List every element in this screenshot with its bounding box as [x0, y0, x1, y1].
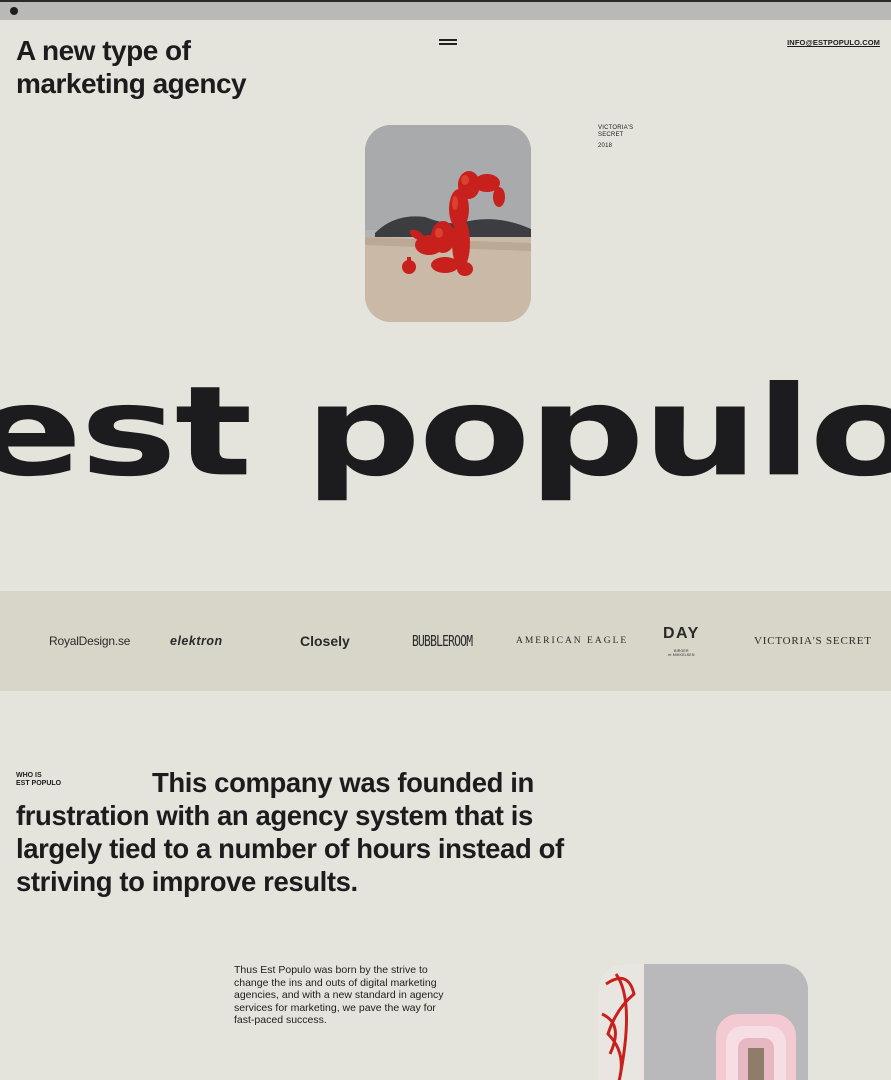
- secondary-project-image[interactable]: [598, 964, 808, 1080]
- featured-project-image[interactable]: [365, 125, 531, 322]
- email-link[interactable]: INFO@ESTPOPULO.COM: [787, 38, 880, 47]
- brand-wordmark: est populo: [0, 359, 891, 505]
- day-logo-subtext: BIRGER et MIKKELSEN: [668, 649, 695, 657]
- client-logos-strip: RoyalDesign.se elektron Closely BUBBLERO…: [0, 591, 891, 691]
- about-body: Thus Est Populo was born by the strive t…: [234, 964, 444, 1026]
- hamburger-menu-icon[interactable]: [436, 36, 460, 46]
- featured-client-name: VICTORIA'S SECRET: [598, 125, 634, 138]
- client-logo-closely: Closely: [300, 633, 350, 649]
- client-logo-bubbleroom: BUBBLEROOM: [412, 632, 473, 650]
- day-logo-text: DAY: [663, 625, 700, 642]
- featured-case-meta: VICTORIA'S SECRET 2018: [598, 125, 633, 150]
- client-logo-royaldesign: RoyalDesign.se: [49, 634, 131, 648]
- client-logo-victorias-secret: VICTORIA'S SECRET: [754, 635, 872, 647]
- hero-title: A new type of marketing agency: [16, 35, 247, 99]
- client-logo-elektron: elektron: [170, 634, 223, 648]
- featured-year: 2018: [598, 143, 613, 149]
- art-installation-image: [598, 964, 808, 1080]
- about-heading: This company was founded in frustration …: [16, 767, 564, 897]
- client-logo-american-eagle: AMERICAN EAGLE: [516, 636, 629, 646]
- window-dot-icon: [10, 7, 18, 15]
- page: A new type of marketing agency INFO@ESTP…: [0, 20, 891, 1080]
- balloon-dog-image: [365, 125, 531, 322]
- browser-chrome-bar: [0, 0, 891, 20]
- client-logo-day: DAY BIRGER et MIKKELSEN: [663, 591, 700, 691]
